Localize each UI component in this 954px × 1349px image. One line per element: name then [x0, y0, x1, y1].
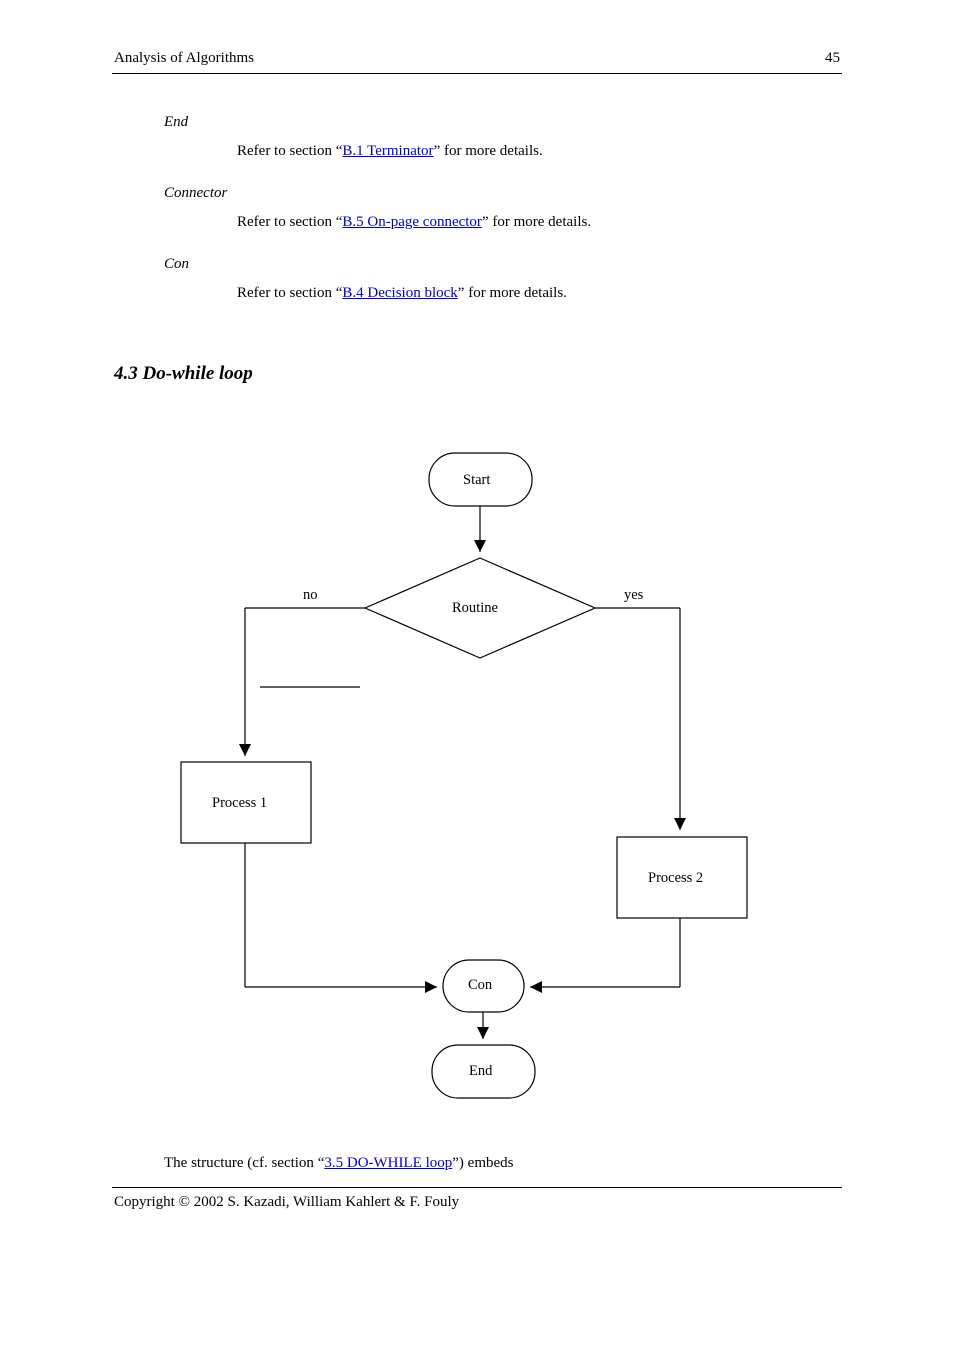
node-con: Con: [468, 977, 492, 994]
node-routine: Routine: [452, 600, 498, 617]
node-process1: Process 1: [212, 795, 267, 812]
edge-yes: yes: [624, 587, 643, 604]
link-do-while[interactable]: 3.5 DO-WHILE loop: [324, 1155, 452, 1171]
edge-no: no: [303, 587, 318, 604]
node-start: Start: [463, 472, 490, 489]
footnote-line: The structure (cf. section “3.5 DO-WHILE…: [164, 1153, 514, 1175]
node-process2: Process 2: [648, 870, 703, 887]
node-end: End: [469, 1063, 492, 1080]
